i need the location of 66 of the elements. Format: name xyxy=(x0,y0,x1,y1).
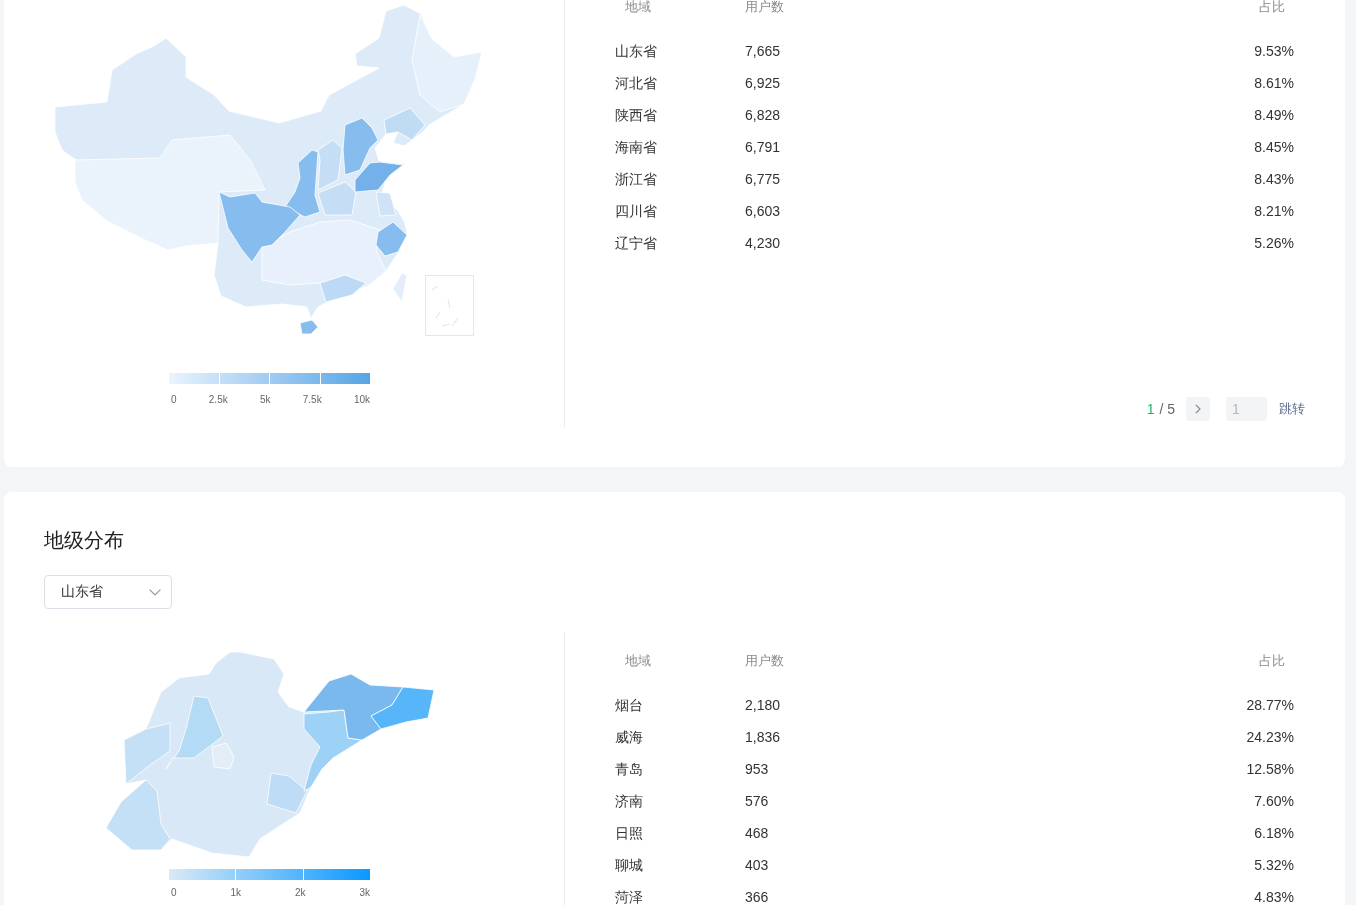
table-cell: 山东省 xyxy=(615,42,657,60)
table-cell: 5.32% xyxy=(1254,856,1294,874)
table-cell: 2,180 xyxy=(745,696,781,714)
chevron-right-icon xyxy=(1195,404,1201,414)
scale-label: 1k xyxy=(230,887,242,899)
table-cell: 河北省 xyxy=(615,74,657,92)
table-cell: 6.18% xyxy=(1254,824,1294,842)
table-cell: 6,603 xyxy=(745,202,781,220)
scale-label: 5k xyxy=(259,393,271,407)
table-cell: 366 xyxy=(745,888,769,905)
page-input[interactable]: 1 xyxy=(1226,397,1267,421)
column-header: 用户数 xyxy=(745,654,784,668)
table-cell: 青岛 xyxy=(615,760,643,778)
scale-label: 7.5k xyxy=(302,393,322,407)
table-cell: 468 xyxy=(745,824,769,842)
table-cell: 8.21% xyxy=(1254,202,1294,220)
table-cell: 烟台 xyxy=(615,696,643,714)
table-cell: 12.58% xyxy=(1246,760,1294,778)
table-cell: 海南省 xyxy=(615,138,657,156)
column-header: 地域 xyxy=(625,0,651,14)
column-header: 占比 xyxy=(1259,0,1285,14)
table-cell: 6,828 xyxy=(745,106,781,124)
table-cell: 7.60% xyxy=(1254,792,1294,810)
table-cell: 24.23% xyxy=(1246,728,1294,746)
current-page-number: 1 xyxy=(1146,400,1155,418)
table-cell: 28.77% xyxy=(1246,696,1294,714)
table-cell: 953 xyxy=(745,760,769,778)
table-cell: 济南 xyxy=(615,792,643,810)
table-cell: 陕西省 xyxy=(615,106,657,124)
table-cell: 8.43% xyxy=(1254,170,1294,188)
table-cell: 6,775 xyxy=(745,170,781,188)
table-cell: 403 xyxy=(745,856,769,874)
table-cell: 5.26% xyxy=(1254,234,1294,252)
table-cell: 聊城 xyxy=(615,856,643,874)
table-cell: 8.49% xyxy=(1254,106,1294,124)
scale-label: 2.5k xyxy=(208,393,228,407)
section-title: 地级分布 xyxy=(44,528,124,552)
table-cell: 576 xyxy=(745,792,769,810)
column-header: 地域 xyxy=(625,654,651,668)
table-cell: 7,665 xyxy=(745,42,781,60)
table-cell: 8.45% xyxy=(1254,138,1294,156)
jump-link[interactable]: 跳转 xyxy=(1279,400,1305,418)
column-header: 用户数 xyxy=(745,0,784,14)
table-cell: 菏泽 xyxy=(615,888,643,905)
chevron-down-icon xyxy=(149,588,161,596)
table-cell: 4.83% xyxy=(1254,888,1294,905)
next-page-button[interactable] xyxy=(1186,397,1210,421)
table-cell: 8.61% xyxy=(1254,74,1294,92)
table-cell: 辽宁省 xyxy=(615,234,657,252)
scale-label: 2k xyxy=(294,887,306,899)
table-cell: 威海 xyxy=(615,728,643,746)
province-select[interactable]: 山东省 xyxy=(44,575,172,609)
table-cell: 日照 xyxy=(615,824,643,842)
table-cell: 1,836 xyxy=(745,728,781,746)
scale-label: 10k xyxy=(353,393,370,407)
table-cell: 9.53% xyxy=(1254,42,1294,60)
table-cell: 4,230 xyxy=(745,234,781,252)
scale-label: 0 xyxy=(171,393,177,407)
scale-label: 3k xyxy=(359,887,370,899)
page-total: / 5 xyxy=(1159,400,1175,418)
table-cell: 6,791 xyxy=(745,138,781,156)
column-header: 占比 xyxy=(1259,654,1285,668)
scale-label: 0 xyxy=(171,887,177,899)
table-cell: 浙江省 xyxy=(615,170,657,188)
table-cell: 6,925 xyxy=(745,74,781,92)
table-cell: 四川省 xyxy=(615,202,657,220)
